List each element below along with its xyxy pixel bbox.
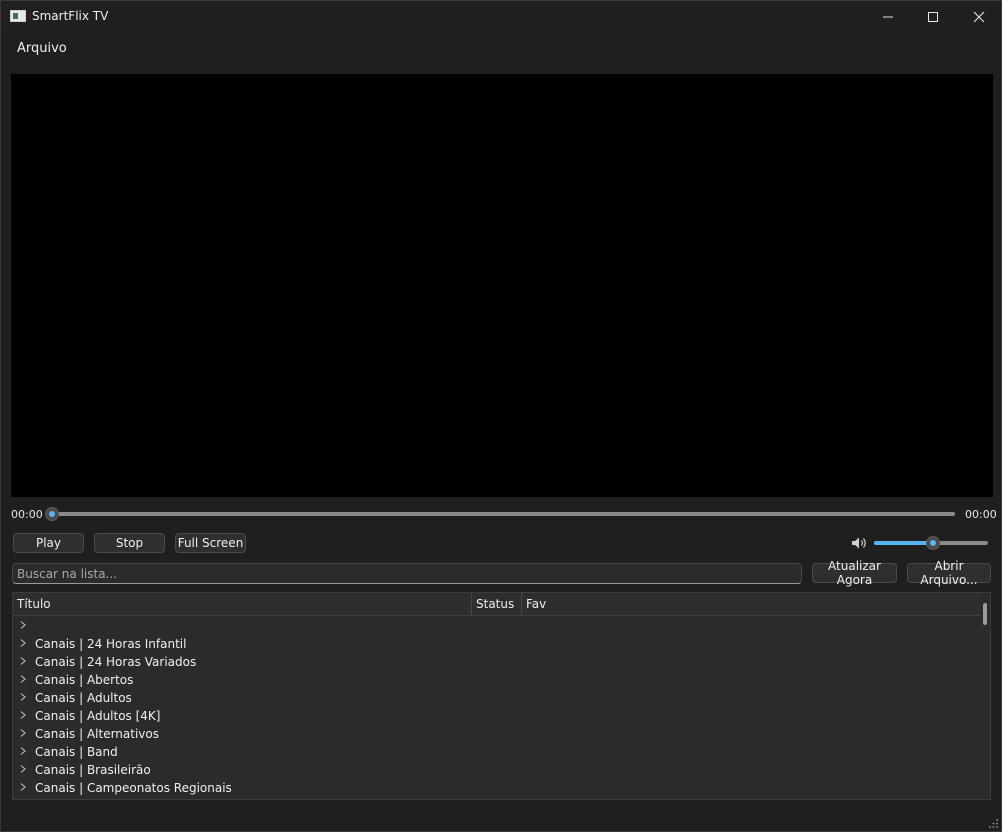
search-input[interactable] xyxy=(12,563,802,584)
time-current: 00:00 xyxy=(11,508,43,521)
maximize-button[interactable] xyxy=(910,1,956,32)
minimize-button[interactable] xyxy=(865,1,911,32)
tree-row[interactable]: Canais | Brasileirão xyxy=(13,761,981,779)
column-header-status[interactable]: Status xyxy=(472,593,522,616)
chevron-right-icon[interactable] xyxy=(19,656,27,666)
time-total: 00:00 xyxy=(965,508,997,521)
seek-slider[interactable] xyxy=(46,512,955,516)
video-surface[interactable] xyxy=(11,74,993,497)
tree-row-label: Canais | Brasileirão xyxy=(35,763,151,777)
tree-row[interactable]: Canais | Band xyxy=(13,743,981,761)
chevron-right-icon[interactable] xyxy=(19,674,27,684)
update-now-button[interactable]: Atualizar Agora xyxy=(812,559,897,587)
chevron-right-icon[interactable] xyxy=(19,764,27,774)
play-button[interactable]: Play xyxy=(13,533,84,553)
tree-row-label: Canais | Adultos xyxy=(35,691,132,705)
column-header-fav[interactable]: Fav xyxy=(522,593,981,616)
maximize-icon xyxy=(928,11,938,22)
vertical-scrollbar[interactable] xyxy=(983,603,987,625)
minimize-icon xyxy=(883,16,893,17)
tree-row-label: Canais | 24 Horas Infantil xyxy=(35,637,187,651)
chevron-right-icon[interactable] xyxy=(19,710,27,720)
tree-row-label: Canais | Abertos xyxy=(35,673,134,687)
tree-row-label: Canais | Adultos [4K] xyxy=(35,709,161,723)
resize-grip-icon[interactable] xyxy=(987,817,999,829)
chevron-right-icon[interactable] xyxy=(19,638,27,648)
tree-row-label: Canais | Campeonatos Regionais xyxy=(35,781,232,795)
window-title: SmartFlix TV xyxy=(32,9,109,23)
title-bar[interactable]: SmartFlix TV xyxy=(1,1,1001,32)
chevron-right-icon[interactable] xyxy=(19,782,27,792)
chevron-right-icon[interactable] xyxy=(19,692,27,702)
tree-row[interactable]: Canais | Adultos [4K] xyxy=(13,707,981,725)
app-window: SmartFlix TV Arquivo 00:00 00:00 Play St… xyxy=(0,0,1002,832)
open-file-button[interactable]: Abrir Arquivo... xyxy=(907,559,991,587)
channel-tree[interactable]: Título Status Fav Canais | 24 Horas Infa… xyxy=(12,592,991,800)
tree-row[interactable]: Canais | Adultos xyxy=(13,689,981,707)
tree-row[interactable]: Canais | 24 Horas Variados xyxy=(13,653,981,671)
menu-bar: Arquivo xyxy=(1,33,1001,63)
stop-button[interactable]: Stop xyxy=(94,533,165,553)
chevron-right-icon[interactable] xyxy=(19,620,27,630)
tree-row[interactable]: Canais | 24 Horas Infantil xyxy=(13,635,981,653)
app-icon xyxy=(10,10,26,22)
tree-row-label: Canais | Band xyxy=(35,745,118,759)
tree-row[interactable]: Canais | Abertos xyxy=(13,671,981,689)
tree-row[interactable] xyxy=(13,617,981,635)
menu-arquivo[interactable]: Arquivo xyxy=(11,38,73,59)
close-icon xyxy=(973,11,985,22)
chevron-right-icon[interactable] xyxy=(19,746,27,756)
chevron-right-icon[interactable] xyxy=(19,728,27,738)
volume-handle[interactable] xyxy=(926,536,941,550)
fullscreen-button[interactable]: Full Screen xyxy=(175,533,246,553)
tree-row-label: Canais | 24 Horas Variados xyxy=(35,655,197,669)
volume-fill xyxy=(874,541,934,545)
volume-icon[interactable] xyxy=(850,535,868,551)
tree-row-label: Canais | Alternativos xyxy=(35,727,159,741)
tree-rows: Canais | 24 Horas Infantil Canais | 24 Ho… xyxy=(13,617,981,797)
tree-row[interactable]: Canais | Campeonatos Regionais xyxy=(13,779,981,797)
column-header-title[interactable]: Título xyxy=(13,593,472,616)
seek-handle[interactable] xyxy=(45,507,59,521)
tree-row[interactable]: Canais | Alternativos xyxy=(13,725,981,743)
close-button[interactable] xyxy=(956,1,1002,32)
tree-header: Título Status Fav xyxy=(13,593,981,616)
